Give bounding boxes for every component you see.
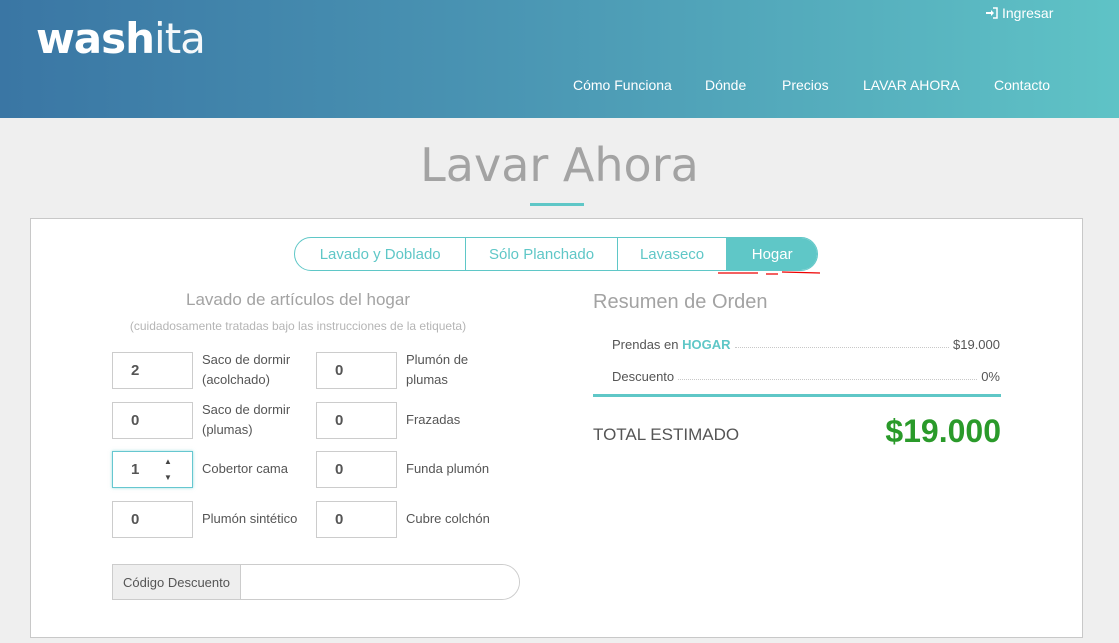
tab-active-marker bbox=[718, 271, 820, 275]
summary-divider bbox=[593, 394, 1001, 397]
main-nav: Cómo Funciona Dónde Precios LAVAR AHORA … bbox=[0, 77, 1119, 95]
item-label: Frazadas bbox=[406, 412, 461, 427]
qty-stepper[interactable]: ▲ ▼ bbox=[162, 456, 174, 484]
qty-value: 1 bbox=[131, 461, 140, 478]
tab-hogar[interactable]: Hogar bbox=[727, 238, 817, 270]
item-label: Saco de dormir (acolchado) bbox=[202, 352, 291, 387]
item-label: Cubre colchón bbox=[406, 511, 490, 526]
garments-value: $19.000 bbox=[953, 337, 1000, 352]
discount-summary-value: 0% bbox=[981, 369, 1000, 384]
discount-code-input[interactable] bbox=[241, 565, 519, 599]
stepper-up-icon[interactable]: ▲ bbox=[164, 456, 172, 468]
summary-row-garments: Prendas en HOGAR $19.000 bbox=[612, 332, 1000, 352]
dotted-leader bbox=[678, 379, 978, 380]
qty-input[interactable]: 0 bbox=[316, 451, 397, 488]
login-label: Ingresar bbox=[1002, 5, 1054, 21]
title-underline bbox=[530, 203, 584, 206]
qty-input[interactable]: 2 bbox=[112, 352, 193, 389]
qty-input[interactable]: 0 bbox=[316, 352, 397, 389]
logo-light-text: ita bbox=[154, 14, 206, 63]
qty-input[interactable]: 0 bbox=[112, 501, 193, 538]
login-link[interactable]: Ingresar bbox=[985, 5, 1053, 21]
tab-solo-planchado[interactable]: Sólo Planchado bbox=[466, 238, 618, 270]
tab-lavado-doblado[interactable]: Lavado y Doblado bbox=[295, 238, 467, 270]
stepper-down-icon[interactable]: ▼ bbox=[164, 472, 172, 484]
item-label: Funda plumón bbox=[406, 461, 490, 476]
qty-input-focused[interactable]: 1 ▲ ▼ bbox=[112, 451, 193, 488]
section-title: Lavado de artículos del hogar bbox=[186, 290, 410, 309]
discount-summary-label: Descuento bbox=[612, 369, 675, 384]
qty-input[interactable]: 0 bbox=[112, 402, 193, 439]
discount-group: Código Descuento bbox=[112, 564, 520, 600]
summary-title: Resumen de Orden bbox=[593, 291, 768, 313]
sign-in-icon bbox=[986, 7, 998, 19]
item-label: Cobertor cama bbox=[202, 461, 288, 476]
garments-category: HOGAR bbox=[682, 337, 731, 352]
nav-lavar-ahora[interactable]: LAVAR AHORA bbox=[863, 77, 960, 93]
nav-donde[interactable]: Dónde bbox=[705, 77, 746, 93]
logo[interactable]: washita bbox=[36, 14, 206, 63]
nav-como-funciona[interactable]: Cómo Funciona bbox=[573, 77, 672, 93]
site-header: washita Ingresar Cómo Funciona Dónde Pre… bbox=[0, 0, 1119, 118]
discount-label: Código Descuento bbox=[113, 565, 241, 599]
tab-lavaseco[interactable]: Lavaseco bbox=[618, 238, 728, 270]
item-label: Plumón sintético bbox=[202, 511, 298, 526]
item-label: Saco de dormir (plumas) bbox=[202, 402, 291, 437]
logo-bold-text: wash bbox=[36, 14, 155, 63]
item-label: Plumón de plumas bbox=[406, 352, 469, 387]
nav-contacto[interactable]: Contacto bbox=[994, 77, 1050, 93]
page-title: Lavar Ahora bbox=[420, 138, 699, 192]
qty-input[interactable]: 0 bbox=[316, 402, 397, 439]
garments-label: Prendas en bbox=[612, 337, 679, 352]
nav-precios[interactable]: Precios bbox=[782, 77, 829, 93]
total-label: TOTAL ESTIMADO bbox=[593, 425, 740, 444]
summary-row-discount: Descuento 0% bbox=[612, 364, 1000, 384]
section-subtitle: (cuidadosamente tratadas bajo las instru… bbox=[129, 319, 467, 333]
service-tabs: Lavado y Doblado Sólo Planchado Lavaseco… bbox=[294, 237, 818, 271]
total-value: $19.000 bbox=[885, 413, 1001, 449]
dotted-leader bbox=[734, 347, 949, 348]
qty-input[interactable]: 0 bbox=[316, 501, 397, 538]
